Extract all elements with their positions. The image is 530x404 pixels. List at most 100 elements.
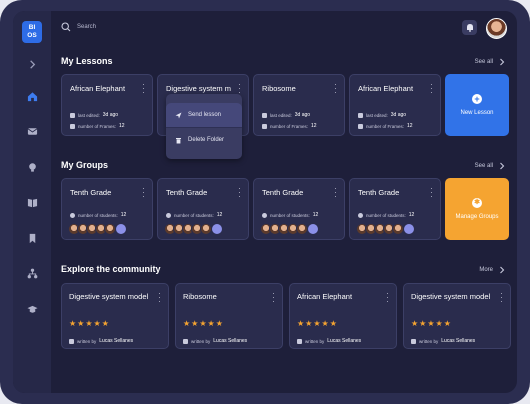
logo-text-bottom: OS [27, 32, 37, 39]
group-card[interactable]: Tenth Grade · · · number of students: 12 [253, 178, 345, 240]
frames-label: number of Frames: [78, 123, 117, 129]
group-card[interactable]: Tenth Grade · · · number of students: 12 [157, 178, 249, 240]
group-title: Tenth Grade [262, 188, 304, 197]
more-options-icon[interactable]: · · · [386, 290, 389, 306]
rating-stars: ★ ★ ★ ★ ★ [297, 320, 337, 328]
lesson-title: African Elephant [70, 84, 126, 93]
send-icon [175, 112, 182, 118]
notifications-button[interactable] [462, 20, 477, 35]
more-students-icon[interactable] [307, 223, 319, 235]
more-options-icon[interactable]: · · · [430, 81, 433, 97]
student-avatars [68, 223, 127, 235]
info-icon [70, 212, 75, 218]
menu-item-delete-folder[interactable]: Delete Folder [166, 128, 242, 152]
send-lesson-label: Send lesson [188, 112, 222, 118]
lesson-card[interactable]: African Elephant · · · last edited: 3d ago… [61, 74, 153, 136]
chevron-right-icon[interactable] [24, 56, 40, 72]
more-link[interactable]: More [479, 266, 505, 274]
more-students-icon[interactable] [403, 223, 415, 235]
more-options-icon[interactable]: · · · [142, 185, 145, 201]
community-title: Explore the community [61, 264, 161, 274]
more-options-icon[interactable]: · · · [334, 81, 337, 97]
more-options-icon[interactable]: · · · [158, 290, 161, 306]
avatar[interactable] [486, 18, 507, 39]
home-icon[interactable] [24, 88, 40, 104]
lesson-title: Ribosome [262, 84, 296, 93]
more-options-icon[interactable]: · · · [430, 185, 433, 201]
frame-count: number of Frames: 12 [70, 123, 125, 129]
more-options-icon[interactable]: · · · [500, 290, 503, 306]
more-students-icon[interactable] [115, 223, 127, 235]
lesson-card[interactable]: African Elephant · · · last edited: 3d ago… [349, 74, 441, 136]
main-content: Search My Lessons See all African Elepha… [51, 11, 517, 393]
written-by-label: written by [305, 338, 325, 344]
community-card[interactable]: Ribosome · · · ★ ★ ★ ★ ★ written by Lucas Sell… [175, 283, 283, 349]
students-value: 12 [216, 212, 223, 218]
logo[interactable]: BI OS [22, 21, 42, 43]
book-open-icon[interactable] [24, 194, 40, 210]
graduation-cap-icon[interactable] [24, 301, 40, 317]
lesson-card[interactable]: Ribosome · · · last edited: 3d ago number … [253, 74, 345, 136]
last-edited-value: 3d ago [294, 112, 311, 118]
author-line: written by Lucas Sellanes [411, 338, 475, 344]
more-options-icon[interactable]: · · · [272, 290, 275, 306]
info-icon [358, 212, 363, 218]
hierarchy-icon[interactable] [24, 265, 40, 281]
star-icon: ★ [191, 319, 199, 328]
new-lesson-label: New Lesson [460, 110, 494, 116]
lesson-title: African Elephant [358, 84, 414, 93]
star-icon: ★ [77, 319, 85, 328]
see-all-lessons-link[interactable]: See all [475, 58, 505, 66]
trash-icon [176, 137, 181, 143]
lightbulb-icon[interactable] [24, 159, 40, 175]
student-count: number of students: 12 [166, 212, 222, 218]
sidebar: BI OS [13, 11, 51, 393]
frames-value: 12 [311, 123, 317, 129]
file-icon [183, 338, 188, 344]
star-icon: ★ [411, 319, 419, 328]
chevron-right-icon [500, 162, 505, 170]
star-icon: ★ [85, 319, 93, 328]
new-lesson-button[interactable]: + New Lesson [445, 74, 509, 136]
more-options-icon[interactable]: · · · [238, 185, 241, 201]
rating-stars: ★ ★ ★ ★ ★ [183, 320, 223, 328]
manage-groups-button[interactable]: ✱ Manage Groups [445, 178, 509, 240]
context-menu: Send lesson Delete Folder [166, 94, 242, 159]
group-card[interactable]: Tenth Grade · · · number of students: 12 [349, 178, 441, 240]
frames-label: number of Frames: [366, 123, 405, 129]
group-card[interactable]: Tenth Grade · · · number of students: 12 [61, 178, 153, 240]
search-bar[interactable]: Search [61, 22, 96, 32]
bell-icon [466, 24, 473, 32]
more-students-icon[interactable] [211, 223, 223, 235]
group-title: Tenth Grade [166, 188, 208, 197]
plus-icon: + [472, 94, 482, 104]
file-icon [358, 123, 363, 129]
student-count: number of students: 12 [358, 212, 414, 218]
menu-item-send-lesson[interactable]: Send lesson [166, 103, 242, 127]
info-icon [166, 212, 171, 218]
star-icon: ★ [69, 319, 77, 328]
community-card[interactable]: African Elephant · · · ★ ★ ★ ★ ★ written by Lu… [289, 283, 397, 349]
community-card[interactable]: Digestive system model · · · ★ ★ ★ ★ ★ written… [403, 283, 511, 349]
student-avatars [356, 223, 415, 235]
search-input[interactable]: Search [77, 24, 96, 30]
author-name: Lucas Sellanes [327, 338, 362, 344]
lesson-title: Digestive system m [166, 84, 232, 93]
author-line: written by Lucas Sellanes [183, 338, 247, 344]
chevron-right-icon [500, 58, 505, 66]
more-options-icon[interactable]: · · · [238, 81, 241, 97]
bookmark-icon[interactable] [24, 230, 40, 246]
frames-value: 12 [119, 123, 125, 129]
students-label: number of students: [270, 212, 310, 218]
star-icon: ★ [215, 319, 223, 328]
file-icon [70, 123, 75, 129]
see-all-groups-link[interactable]: See all [475, 162, 505, 170]
star-icon: ★ [183, 319, 191, 328]
mail-icon[interactable] [24, 123, 40, 139]
more-options-icon[interactable]: · · · [142, 81, 145, 97]
see-all-label: See all [474, 163, 493, 169]
more-options-icon[interactable]: · · · [334, 185, 337, 201]
calendar-icon [262, 112, 267, 118]
student-count: number of students: 12 [262, 212, 318, 218]
community-card[interactable]: Digestive system model · · · ★ ★ ★ ★ ★ written… [61, 283, 169, 349]
